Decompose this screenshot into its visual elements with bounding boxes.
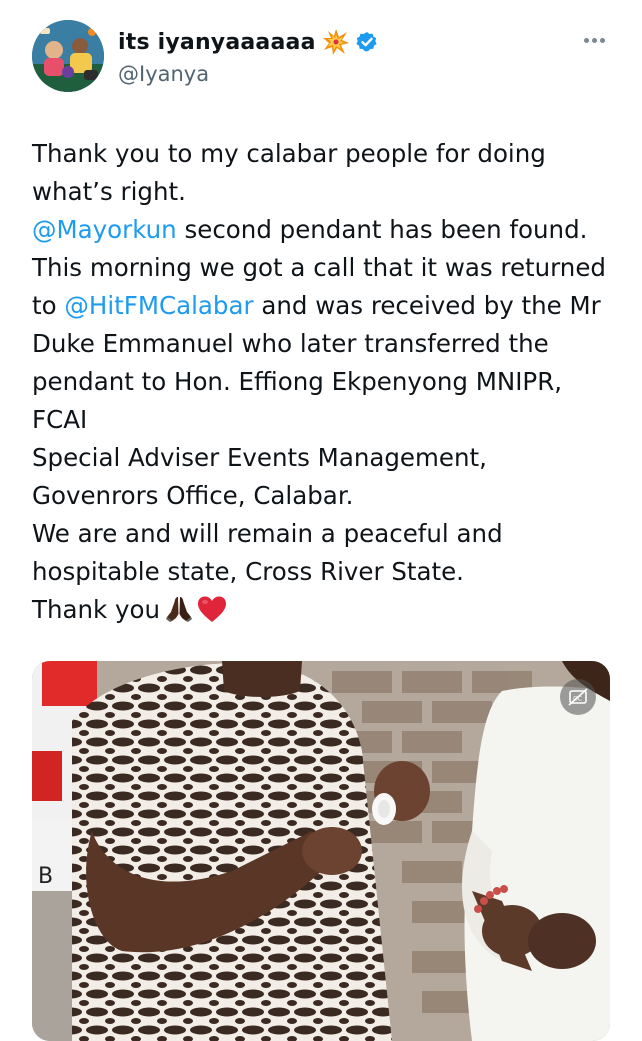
- tweet-line: Thank you: [32, 591, 622, 629]
- closed-captions-icon[interactable]: CC: [560, 679, 596, 715]
- tweet-text-segment: Special Adviser Events Management,: [32, 443, 487, 472]
- tweet-text-segment: We are and will remain a peaceful and: [32, 519, 503, 548]
- video-thumbnail: B: [32, 661, 610, 1041]
- mention-link-mayorkun[interactable]: @Mayorkun: [32, 215, 177, 244]
- tweet-line: We are and will remain a peaceful and: [32, 515, 622, 553]
- tweet-line: Duke Emmanuel who later transferred the: [32, 325, 622, 363]
- tweet-text-segment: Thank you to my calabar people for doing: [32, 139, 546, 168]
- tweet-line: @Mayorkun second pendant has been found.: [32, 211, 622, 249]
- red-heart-icon: [196, 594, 228, 624]
- tweet-text-segment: pendant to Hon. Effiong Ekpenyong MNIPR,: [32, 367, 563, 396]
- more-dot: [583, 37, 589, 43]
- tweet-text-segment: second pendant has been found.: [176, 215, 588, 244]
- author-display-name[interactable]: its iyanyaaaaaa: [118, 28, 378, 56]
- tweet-line: Govenrors Office, Calabar.: [32, 477, 622, 515]
- tweet-text-segment: Duke Emmanuel who later transferred the: [32, 329, 549, 358]
- tweet-line: what’s right.: [32, 173, 622, 211]
- tweet-text-segment: what’s right.: [32, 177, 186, 206]
- mention-link-hitfmcalabar[interactable]: @HitFMCalabar: [64, 291, 253, 320]
- tweet-line: Special Adviser Events Management,: [32, 439, 622, 477]
- tweet-text-segment: Thank you: [32, 595, 161, 624]
- tweet-line: FCAI: [32, 401, 622, 439]
- tweet-text-segment: hospitable state, Cross River State.: [32, 557, 464, 586]
- collision-burst-icon: [322, 28, 350, 56]
- tweet-text-segment: to: [32, 291, 65, 320]
- tweet-line: to @HitFMCalabar and was received by the…: [32, 287, 622, 325]
- svg-text:CC: CC: [573, 695, 583, 703]
- tweet-line: This morning we got a call that it was r…: [32, 249, 622, 287]
- tweet-text-segment: This morning we got a call that it was r…: [32, 253, 606, 282]
- author-handle[interactable]: @Iyanya: [118, 62, 209, 86]
- more-dot: [599, 37, 605, 43]
- more-options-icon[interactable]: [580, 30, 608, 50]
- more-dot: [591, 37, 597, 43]
- tweet-text-segment: FCAI: [32, 405, 88, 434]
- background-sign-text: B: [38, 864, 53, 889]
- tweet-video[interactable]: B CC: [32, 661, 610, 1041]
- verified-badge-icon: [356, 31, 378, 53]
- author-avatar[interactable]: [32, 20, 104, 92]
- display-name-text: its iyanyaaaaaa: [118, 29, 316, 55]
- tweet-line: pendant to Hon. Effiong Ekpenyong MNIPR,: [32, 363, 622, 401]
- tweet-text: Thank you to my calabar people for doing…: [32, 135, 622, 629]
- folded-hands-icon: [164, 594, 194, 624]
- tweet-line: hospitable state, Cross River State.: [32, 553, 622, 591]
- avatar-illustration: [32, 20, 104, 92]
- tweet-text-segment: Govenrors Office, Calabar.: [32, 481, 354, 510]
- tweet-text-segment: and was received by the Mr: [253, 291, 601, 320]
- tweet-line: Thank you to my calabar people for doing: [32, 135, 622, 173]
